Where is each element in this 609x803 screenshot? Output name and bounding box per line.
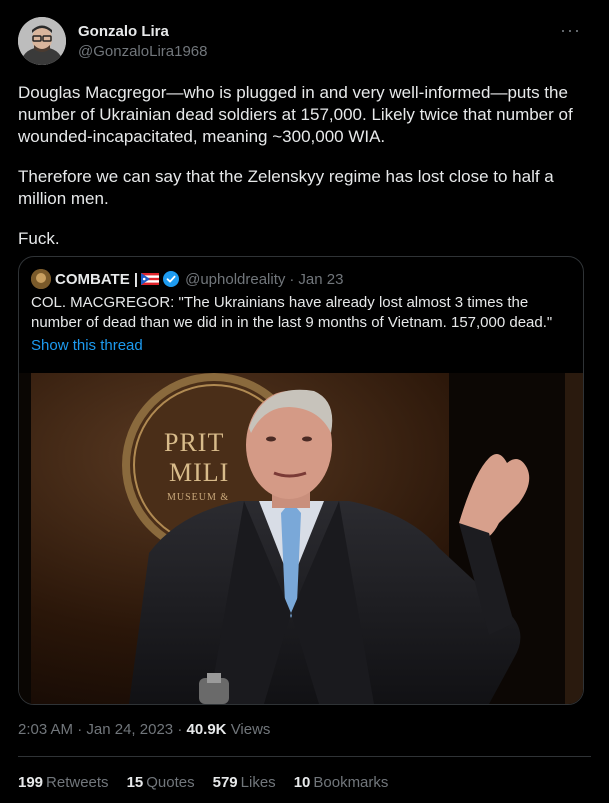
tweet-text: Douglas Macgregor—who is plugged in and …	[18, 82, 594, 268]
more-options-icon[interactable]: ···	[560, 20, 581, 41]
quoted-media-image[interactable]: PRIT MILI MUSEUM &	[19, 373, 583, 704]
dot-separator: ·	[77, 721, 83, 738]
author-handle[interactable]: @GonzaloLira1968	[78, 43, 207, 60]
engagement-stats: 199 Retweets 15 Quotes 579 Likes 10 Bookmark…	[18, 774, 388, 791]
quoted-tweet[interactable]: COMBATE | @upholdreality · Jan 23 COL. M…	[18, 256, 584, 705]
author-name[interactable]: Gonzalo Lira	[78, 23, 169, 40]
retweets-label: Retweets	[46, 774, 109, 791]
verified-badge-icon	[163, 271, 180, 287]
bookmarks-stat[interactable]: 10 Bookmarks	[294, 774, 389, 791]
tweet-date[interactable]: Jan 24, 2023	[86, 721, 173, 738]
media-sign-text-2: MILI	[169, 458, 229, 487]
views-label: Views	[230, 721, 271, 738]
quoted-author-handle[interactable]: @upholdreality	[185, 271, 285, 288]
quoted-avatar[interactable]	[31, 269, 51, 289]
divider	[18, 756, 591, 757]
quotes-count: 15	[126, 774, 144, 791]
media-sign-text-3: MUSEUM &	[167, 492, 229, 503]
puerto-rico-flag-icon	[141, 273, 160, 285]
dot-separator: ·	[177, 721, 183, 738]
quotes-stat[interactable]: 15 Quotes	[127, 774, 195, 791]
likes-stat[interactable]: 579 Likes	[213, 774, 276, 791]
quoted-date[interactable]: Jan 23	[298, 271, 343, 288]
quoted-tweet-header: COMBATE | @upholdreality · Jan 23	[31, 269, 343, 289]
quoted-tweet-text: COL. MACGREGOR: "The Ukrainians have alr…	[31, 294, 553, 331]
show-thread-link[interactable]: Show this thread	[31, 337, 143, 354]
tweet-paragraph: Douglas Macgregor—who is plugged in and …	[18, 83, 573, 146]
bookmarks-count: 10	[293, 774, 311, 791]
dot-separator: ·	[289, 270, 295, 288]
tweet-time[interactable]: 2:03 AM	[18, 721, 73, 738]
views-count: 40.9K	[186, 721, 227, 738]
quotes-label: Quotes	[146, 774, 195, 791]
retweets-count: 199	[18, 774, 44, 791]
media-sign-text-1: PRIT	[164, 428, 224, 457]
tweet-paragraph: Fuck.	[18, 229, 60, 248]
quoted-author-name[interactable]: COMBATE |	[55, 271, 138, 288]
tweet-metadata: 2:03 AM · Jan 24, 2023 · 40.9K Views	[18, 721, 270, 738]
avatar[interactable]	[18, 17, 66, 65]
likes-label: Likes	[240, 774, 276, 791]
bookmarks-label: Bookmarks	[313, 774, 389, 791]
likes-count: 579	[212, 774, 238, 791]
tweet-paragraph: Therefore we can say that the Zelenskyy …	[18, 167, 554, 208]
retweets-stat[interactable]: 199 Retweets	[18, 774, 109, 791]
